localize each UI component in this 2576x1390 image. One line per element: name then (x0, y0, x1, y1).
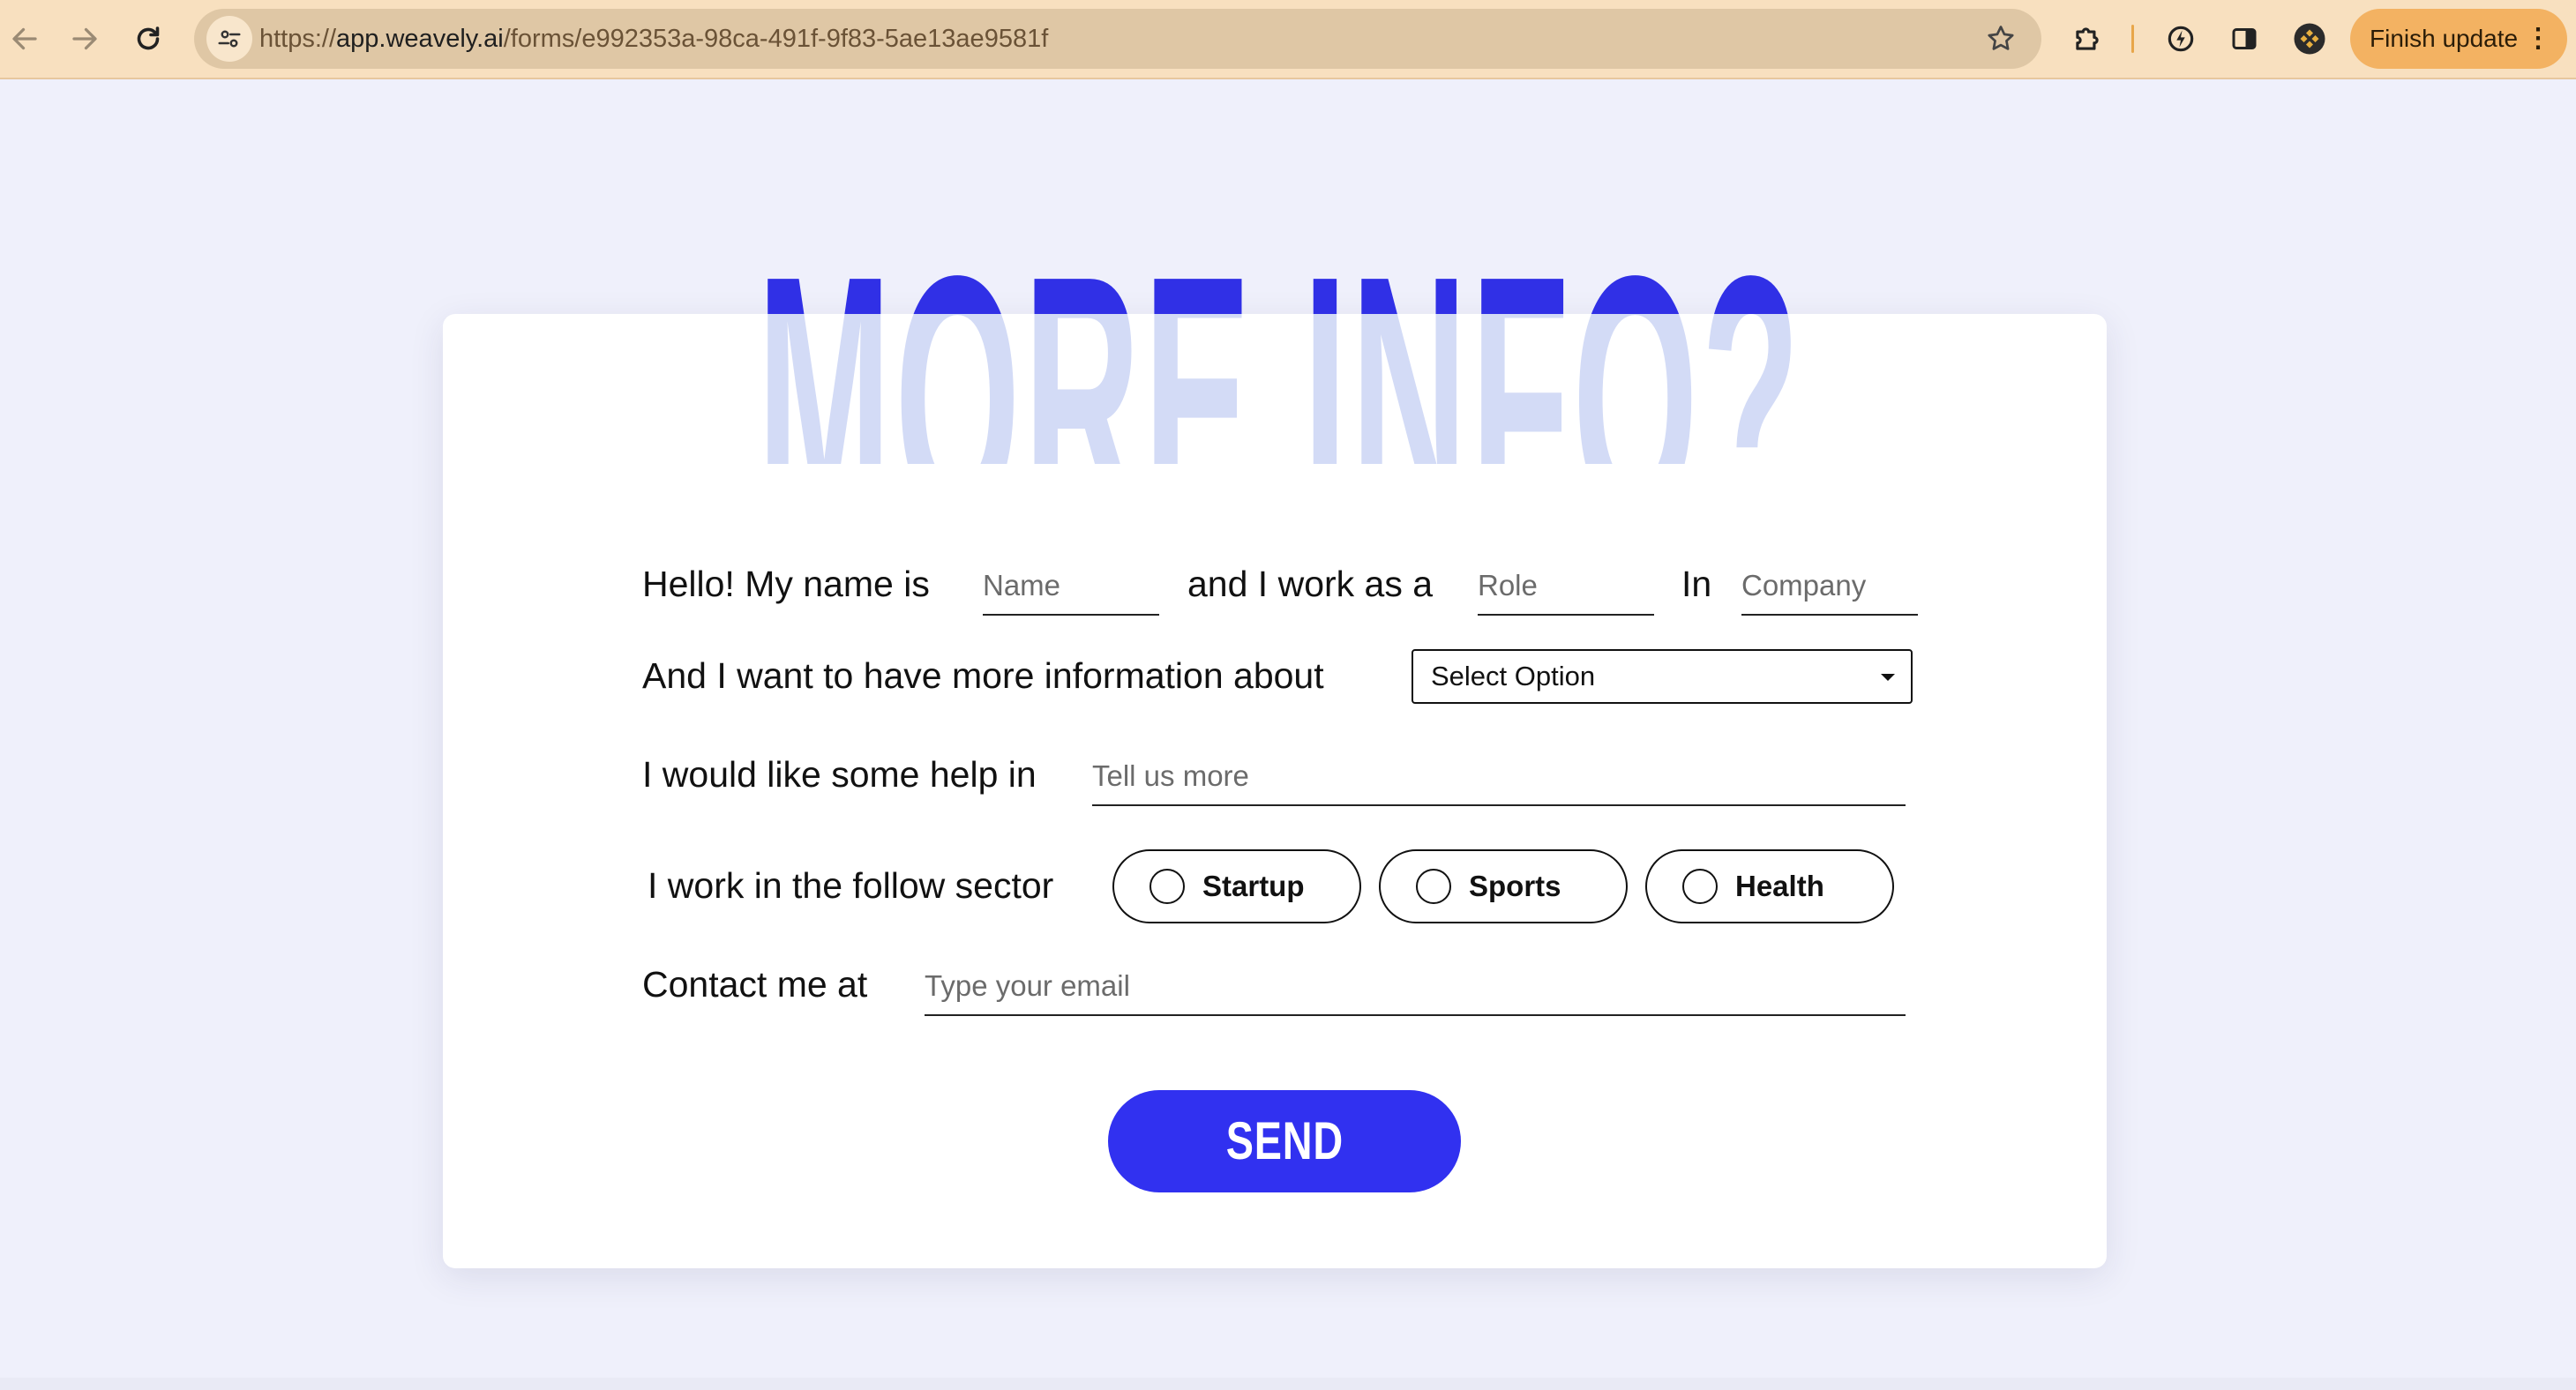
more-menu-icon: ⋮ (2525, 24, 2551, 53)
side-panel-icon (2232, 28, 2257, 49)
topic-label: And I want to have more information abou… (642, 655, 1324, 696)
email-input[interactable] (925, 965, 1906, 1016)
sector-label: I work in the follow sector (648, 865, 1054, 906)
url-host: app.weavely.ai (336, 25, 504, 53)
send-button[interactable]: SEND (1108, 1090, 1461, 1192)
finish-update-label: Finish update (2370, 25, 2519, 52)
name-input[interactable] (983, 564, 1159, 616)
reload-button[interactable] (125, 16, 171, 62)
radio-icon (1149, 869, 1185, 904)
radio-icon (1682, 869, 1718, 904)
extensions-button[interactable] (2066, 18, 2108, 60)
toolbar-separator (2131, 25, 2134, 53)
topic-select[interactable]: Select Option (1412, 649, 1913, 704)
tune-icon (218, 30, 241, 48)
performance-button[interactable] (2160, 18, 2202, 60)
avatar-icon (2294, 23, 2325, 55)
sector-option-startup[interactable]: Startup (1112, 849, 1361, 923)
company-input[interactable] (1741, 564, 1918, 616)
page-bottom-edge (0, 1378, 2576, 1390)
sector-option-sports[interactable]: Sports (1379, 849, 1628, 923)
topic-select-value: Select Option (1431, 661, 1596, 691)
contact-label: Contact me at (642, 964, 868, 1005)
help-label: I would like some help in (642, 754, 1037, 795)
sector-option-health[interactable]: Health (1645, 849, 1894, 923)
help-input[interactable] (1092, 755, 1906, 806)
url-scheme: https:// (259, 25, 337, 53)
address-bar[interactable]: https://app.weavely.ai/forms/e992353a-98… (194, 9, 2041, 69)
browser-toolbar: https://app.weavely.ai/forms/e992353a-98… (0, 0, 2576, 79)
puzzle-icon (2076, 27, 2099, 50)
back-button[interactable] (2, 16, 48, 62)
arrow-right-icon (72, 27, 97, 50)
arrow-left-icon (12, 27, 37, 50)
role-label: and I work as a (1187, 564, 1434, 604)
company-label: In (1681, 564, 1712, 604)
reload-icon (137, 26, 160, 50)
intro-label: Hello! My name is (642, 564, 930, 604)
side-panel-button[interactable] (2223, 18, 2265, 60)
radio-icon (1416, 869, 1451, 904)
sector-option-label: Startup (1202, 870, 1305, 902)
url-text: https://app.weavely.ai/forms/e992353a-98… (259, 9, 1048, 69)
role-input[interactable] (1478, 564, 1654, 616)
bookmark-star-button[interactable] (1983, 21, 2018, 56)
url-path: /forms/e992353a-98ca-491f-9f83-5ae13ae95… (503, 25, 1049, 53)
sector-option-label: Sports (1469, 870, 1561, 902)
sector-option-label: Health (1735, 870, 1824, 902)
hero-title-text: MORE INFO? (757, 224, 1803, 314)
caret-down-icon (1881, 674, 1895, 681)
profile-avatar[interactable] (2288, 18, 2331, 60)
forward-button[interactable] (62, 16, 108, 62)
site-info-button[interactable] (206, 16, 252, 62)
send-label: SEND (1225, 1111, 1344, 1170)
finish-update-button[interactable]: Finish update ⋮ (2350, 9, 2567, 69)
hero-title-top: MORE INFO? (0, 208, 2576, 314)
bolt-circle-icon (2168, 26, 2194, 52)
star-icon (1988, 26, 2014, 50)
